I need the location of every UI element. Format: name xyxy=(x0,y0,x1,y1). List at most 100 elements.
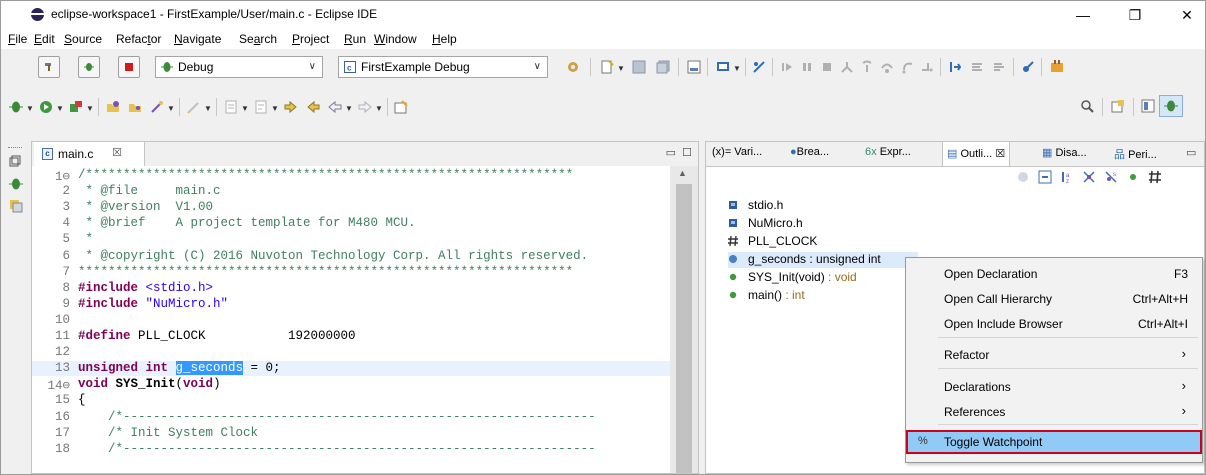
disconnect-icon[interactable] xyxy=(840,60,854,74)
run-icon[interactable] xyxy=(39,100,53,114)
drop-to-frame-icon[interactable] xyxy=(920,60,934,74)
last-edit-forward-icon[interactable] xyxy=(306,100,320,114)
new-project-icon[interactable] xyxy=(106,100,120,114)
terminate-debug-icon[interactable] xyxy=(820,60,834,74)
chevron-down-icon[interactable]: ▼ xyxy=(167,104,175,113)
code-line[interactable]: 7 ***************************************… xyxy=(32,265,670,280)
view-minimize-icon[interactable]: ▭ xyxy=(1186,146,1196,159)
memory-icon[interactable] xyxy=(1050,60,1064,74)
outline-item[interactable]: main() : int xyxy=(728,288,918,304)
outline-item[interactable]: NuMicro.h xyxy=(728,216,918,232)
menu-file[interactable]: File xyxy=(8,32,27,46)
debug-view-icon[interactable] xyxy=(9,177,23,191)
instruction-stepping-icon[interactable] xyxy=(948,60,962,74)
tab-disassembly[interactable]: ▦ Disa... xyxy=(1042,146,1087,159)
save-all-icon[interactable] xyxy=(656,60,670,74)
minimize-button[interactable]: — xyxy=(1063,3,1103,27)
close-tab-icon[interactable]: ☒ xyxy=(112,146,122,159)
chevron-down-icon[interactable]: ▼ xyxy=(56,104,64,113)
chevron-down-icon[interactable]: ▼ xyxy=(345,104,353,113)
step-into-icon[interactable] xyxy=(860,60,874,74)
outline-item[interactable]: stdio.h xyxy=(728,198,918,214)
tab-peripherals[interactable]: 品 Peri... xyxy=(1114,146,1157,162)
menu-navigate[interactable]: Navigate xyxy=(174,32,221,46)
code-line[interactable]: 12 xyxy=(32,345,670,360)
outline-item[interactable]: PLL_CLOCK xyxy=(728,234,918,250)
debug-perspective-icon[interactable] xyxy=(78,56,100,78)
launch-mode-select[interactable]: Debug ∨ xyxy=(155,56,323,78)
code-line[interactable]: 9 #include "NuMicro.h" xyxy=(32,297,670,312)
code-line[interactable]: 17 /* Init System Clock xyxy=(32,426,670,441)
chevron-down-icon[interactable]: ▼ xyxy=(26,104,34,113)
scrollbar-thumb[interactable] xyxy=(676,184,692,473)
forward-icon[interactable] xyxy=(358,100,372,114)
filter-icon[interactable] xyxy=(1016,170,1030,184)
code-editor[interactable]: 1⊖ /*************************************… xyxy=(32,166,670,473)
launch-config-select[interactable]: c FirstExample Debug ∨ xyxy=(338,56,548,78)
editor-min-max-icons[interactable]: ▭ ☐ xyxy=(666,146,692,159)
restart-icon[interactable] xyxy=(970,60,984,74)
project-explorer-icon[interactable] xyxy=(9,199,23,213)
outline-item[interactable]: SYS_Init(void) : void xyxy=(728,270,918,286)
next-annotation-icon[interactable] xyxy=(224,100,238,114)
step-over-icon[interactable] xyxy=(880,60,894,74)
menu-item-refactor[interactable]: Refactor › xyxy=(906,343,1202,367)
code-line[interactable]: 1⊖ /*************************************… xyxy=(32,168,670,184)
wand-icon[interactable] xyxy=(150,100,164,114)
code-line[interactable]: 8 #include <stdio.h> xyxy=(32,281,670,296)
menu-item-toggle-watchpoint[interactable]: % Toggle Watchpoint xyxy=(906,430,1202,454)
menu-item-open-call-hierarchy[interactable]: Open Call Hierarchy Ctrl+Alt+H xyxy=(906,287,1202,311)
external-tools-icon[interactable] xyxy=(69,100,83,114)
chevron-down-icon[interactable]: ▼ xyxy=(617,64,625,73)
last-edit-icon[interactable] xyxy=(284,100,298,114)
menu-item-references[interactable]: References › xyxy=(906,400,1202,424)
code-line[interactable]: 2 * @file main.c xyxy=(32,184,670,199)
menu-window[interactable]: Window xyxy=(374,32,417,46)
terminate-icon[interactable] xyxy=(118,56,140,78)
gear-icon[interactable] xyxy=(566,60,580,74)
editor-tab-main-c[interactable]: c main.c ☒ xyxy=(34,142,145,166)
code-line[interactable]: 18 /*-----------------------------------… xyxy=(32,442,670,457)
hide-fields-icon[interactable] xyxy=(1082,170,1096,184)
menu-item-declarations[interactable]: Declarations › xyxy=(906,375,1202,399)
menu-source[interactable]: Source xyxy=(64,32,102,46)
menu-edit[interactable]: Edit xyxy=(34,32,55,46)
collapse-all-icon[interactable] xyxy=(1038,170,1052,184)
chevron-down-icon[interactable]: ▼ xyxy=(241,104,249,113)
menu-refactor[interactable]: Refactor xyxy=(116,32,161,46)
console-icon[interactable] xyxy=(716,60,730,74)
maximize-button[interactable]: ❐ xyxy=(1115,3,1155,27)
tab-variables[interactable]: (x)= Vari... xyxy=(712,146,762,158)
search-icon[interactable] xyxy=(1080,99,1094,113)
new-icon[interactable] xyxy=(600,60,614,74)
menu-run[interactable]: Run xyxy=(344,32,366,46)
editor-vertical-scrollbar[interactable]: ▲ xyxy=(670,166,698,473)
suspend-icon[interactable] xyxy=(800,60,814,74)
prev-annotation-icon[interactable] xyxy=(254,100,268,114)
step-return-icon[interactable] xyxy=(900,60,914,74)
code-line[interactable]: 5 * xyxy=(32,232,670,247)
reset-icon[interactable] xyxy=(992,60,1006,74)
open-perspective-icon[interactable] xyxy=(1111,99,1125,113)
code-line[interactable]: 13 unsigned int g_seconds = 0; xyxy=(32,361,670,377)
sort-icon[interactable]: az xyxy=(1060,170,1074,184)
trim-handle-icon[interactable] xyxy=(8,147,22,150)
build-icon[interactable] xyxy=(687,60,701,74)
peripherals-icon[interactable] xyxy=(1021,60,1035,74)
code-line[interactable]: 11 #define PLL_CLOCK 192000000 xyxy=(32,329,670,344)
pin-editor-icon[interactable] xyxy=(394,100,408,114)
skip-breakpoints-icon[interactable] xyxy=(752,60,766,74)
menu-search[interactable]: Search xyxy=(239,32,277,46)
code-line[interactable]: 14⊖ void SYS_Init(void) xyxy=(32,377,670,393)
resume-icon[interactable] xyxy=(780,60,794,74)
menu-item-open-include-browser[interactable]: Open Include Browser Ctrl+Alt+I xyxy=(906,312,1202,336)
tab-breakpoints[interactable]: ●Brea... xyxy=(790,146,829,158)
code-line[interactable]: 16 /*-----------------------------------… xyxy=(32,410,670,425)
chevron-down-icon[interactable]: ▼ xyxy=(733,64,741,73)
open-folder-icon[interactable] xyxy=(128,100,142,114)
outline-item[interactable]: g_seconds : unsigned int xyxy=(728,252,918,268)
tab-outline[interactable]: ▤ Outli... ☒ xyxy=(942,142,1011,166)
scroll-up-icon[interactable]: ▲ xyxy=(678,168,687,178)
menu-help[interactable]: Help xyxy=(432,32,457,46)
hide-macros-icon[interactable] xyxy=(1148,170,1162,184)
